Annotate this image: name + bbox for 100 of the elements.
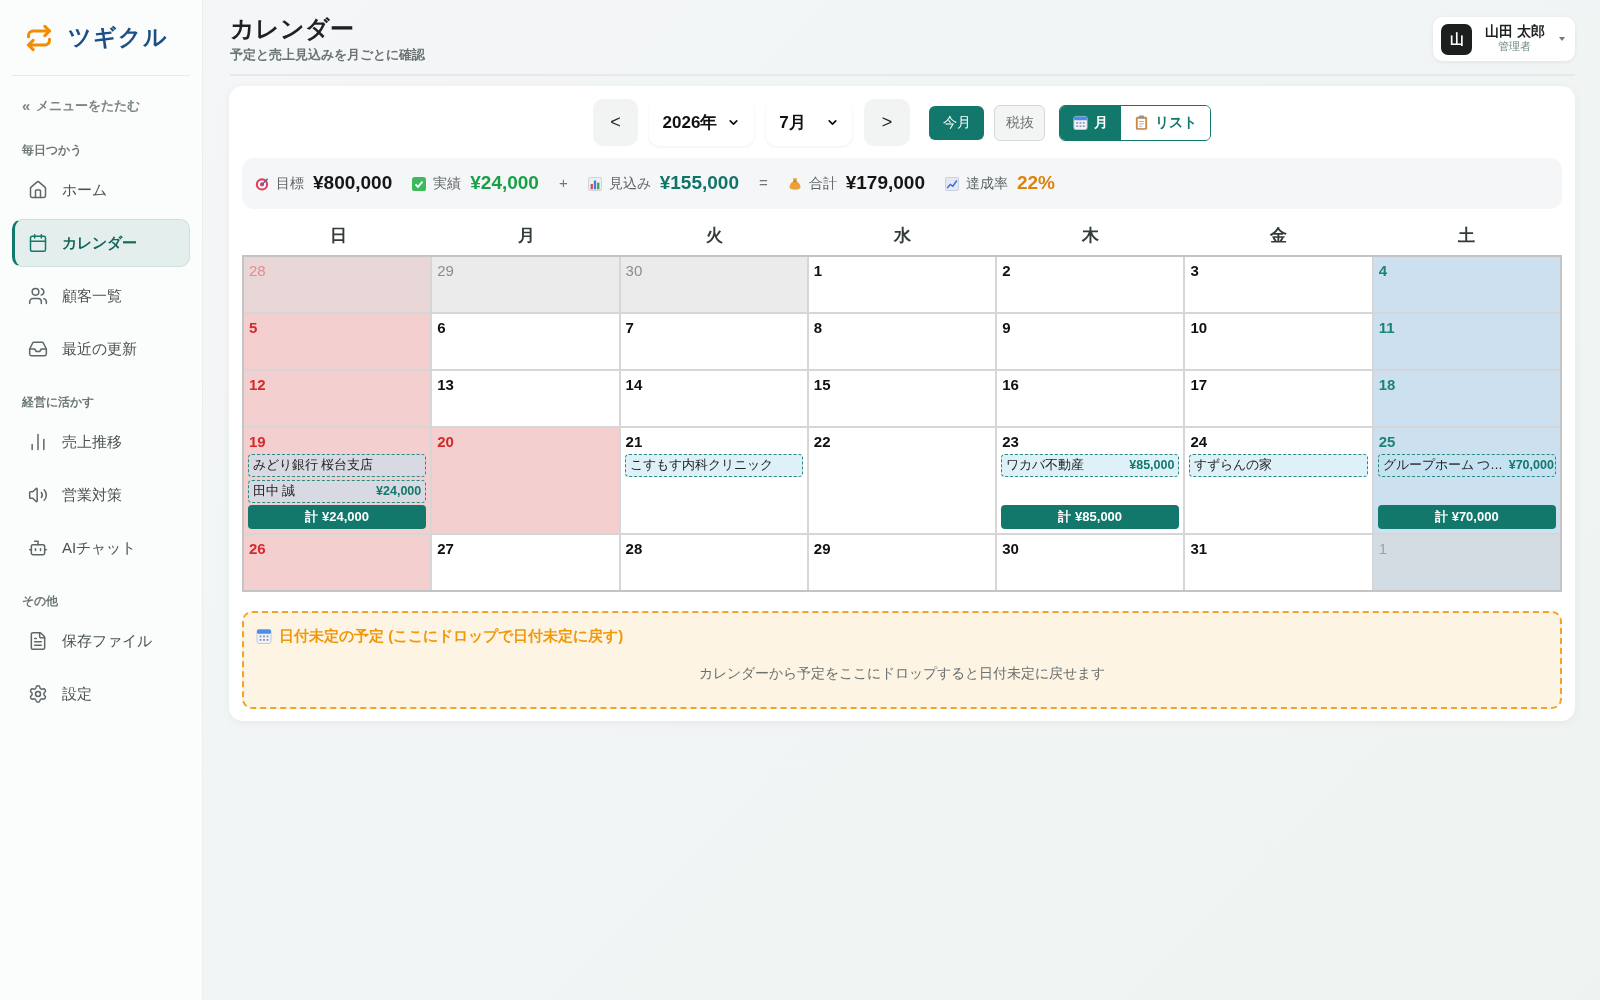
- nav-item[interactable]: 最近の更新: [12, 325, 190, 373]
- day-total: 計 ¥70,000: [1377, 505, 1556, 529]
- drop-zone-message: カレンダーから予定をここにドロップすると日付未定に戻せます: [698, 664, 1106, 683]
- metric-label: 達成率: [965, 174, 1008, 193]
- day-number: 30: [624, 261, 643, 281]
- calendar-day-cell[interactable]: 25 グループホーム つ… ¥70,000 計 ¥70,000: [1373, 428, 1560, 533]
- target-icon: [255, 176, 269, 191]
- calendar-day-cell[interactable]: 29: [808, 535, 996, 590]
- day-number: 25: [1377, 432, 1396, 452]
- metric-label: 見込み: [608, 174, 651, 193]
- day-number: 20: [436, 432, 454, 452]
- event-chip[interactable]: すずらんの家: [1189, 454, 1368, 477]
- calendar-day-cell[interactable]: 6: [432, 314, 619, 369]
- weekday-label: 土: [1456, 224, 1476, 247]
- day-number: 29: [436, 261, 454, 281]
- clipboard-icon: [1134, 115, 1149, 130]
- speaker-icon: [28, 485, 48, 505]
- day-number: 8: [812, 318, 823, 338]
- user-menu[interactable]: 山 山田 太郎 管理者: [1433, 17, 1575, 61]
- previous-month-button[interactable]: <: [593, 99, 638, 146]
- nav-item[interactable]: 売上推移: [12, 418, 190, 466]
- line-chart-icon: [944, 176, 959, 191]
- calendar-icon: [28, 233, 48, 253]
- calendar-day-cell[interactable]: 16: [997, 371, 1184, 426]
- tax-toggle-button[interactable]: 税抜: [994, 104, 1045, 141]
- day-number: 15: [812, 375, 831, 395]
- day-total: 計 ¥24,000: [248, 505, 427, 529]
- this-month-button[interactable]: 今月: [929, 105, 984, 140]
- day-number: 4: [1377, 261, 1388, 281]
- day-number: 18: [1377, 375, 1396, 395]
- day-number: 21: [624, 432, 643, 452]
- calendar-day-cell[interactable]: 21 こすもす内科クリニック: [620, 428, 807, 533]
- calendar-day-cell[interactable]: 22: [808, 428, 996, 533]
- event-chip[interactable]: こすもす内科クリニック: [624, 454, 803, 477]
- calendar-day-cell[interactable]: 20: [432, 428, 619, 533]
- logo-text[interactable]: ツギクル: [68, 20, 168, 55]
- event-chip[interactable]: グループホーム つ… ¥70,000: [1377, 454, 1556, 477]
- calendar-day-cell[interactable]: 5: [244, 314, 431, 369]
- calendar-day-cell[interactable]: 23 ワカバ不動産 ¥85,000 計 ¥85,000: [997, 428, 1184, 533]
- day-number: 14: [624, 375, 643, 395]
- calendar-day-cell[interactable]: 28: [620, 535, 807, 590]
- day-number: 1: [812, 261, 823, 281]
- nav-item[interactable]: 設定: [12, 670, 190, 718]
- day-number: 22: [812, 432, 831, 452]
- weekday-label: 月: [516, 224, 536, 247]
- nav-section-title: 経営に活かす: [21, 395, 95, 410]
- calendar-day-cell[interactable]: 31: [1185, 535, 1372, 590]
- day-number: 23: [1001, 432, 1019, 452]
- day-number: 7: [624, 318, 634, 338]
- calendar-day-cell[interactable]: 27: [432, 535, 619, 590]
- weekday-label: 木: [1080, 224, 1100, 247]
- day-number: 24: [1189, 432, 1208, 452]
- calendar-day-cell[interactable]: 10: [1185, 314, 1372, 369]
- day-number: 12: [248, 375, 266, 395]
- nav-item[interactable]: カレンダー: [12, 219, 190, 267]
- calendar-day-cell[interactable]: 9: [997, 314, 1184, 369]
- collapse-menu-button[interactable]: « メニューをたたむ: [12, 97, 190, 115]
- calendar-day-cell[interactable]: 14: [620, 371, 807, 426]
- calendar-day-cell[interactable]: 19 みどり銀行 桜台支店 田中 誠 ¥24,000 計 ¥24,000: [244, 428, 431, 533]
- nav-item[interactable]: 営業対策: [12, 471, 190, 519]
- year-select[interactable]: 2026年: [649, 99, 754, 146]
- page-title: カレンダー: [230, 14, 355, 44]
- day-number: 9: [1001, 318, 1011, 338]
- nav-item[interactable]: 顧客一覧: [12, 272, 190, 320]
- calendar-day-cell[interactable]: 17: [1185, 371, 1372, 426]
- event-chip[interactable]: 田中 誠 ¥24,000: [248, 480, 427, 503]
- nav-item[interactable]: ホーム: [12, 166, 190, 214]
- operator-sign: +: [558, 173, 568, 194]
- check-icon: [412, 176, 427, 191]
- day-number: 26: [248, 539, 266, 559]
- calendar-day-cell[interactable]: 30: [997, 535, 1184, 590]
- nav-item[interactable]: AIチャット: [12, 524, 190, 572]
- calendar-day-cell[interactable]: 7: [620, 314, 807, 369]
- page-subtitle: 予定と売上見込みを月ごとに確認: [230, 46, 425, 64]
- calendar-day-cell[interactable]: 3: [1185, 257, 1372, 312]
- metric-value: ¥800,000: [313, 171, 393, 196]
- day-total: 計 ¥85,000: [1001, 505, 1180, 529]
- metric-label: 合計: [808, 174, 837, 193]
- calendar-day-cell[interactable]: 13: [432, 371, 619, 426]
- nav-item[interactable]: 保存ファイル: [12, 617, 190, 665]
- calendar-day-cell[interactable]: 12: [244, 371, 431, 426]
- calendar-day-cell[interactable]: 24 すずらんの家: [1185, 428, 1372, 533]
- view-tab[interactable]: 月: [1060, 105, 1121, 140]
- weekday-label: 火: [704, 224, 724, 247]
- document-icon: [28, 631, 48, 651]
- calendar-day-cell[interactable]: 2: [997, 257, 1184, 312]
- day-number: 29: [812, 539, 831, 559]
- event-chip[interactable]: みどり銀行 桜台支店: [248, 454, 427, 477]
- next-month-button[interactable]: >: [864, 99, 910, 146]
- calendar-day-cell[interactable]: 26: [244, 535, 431, 590]
- event-chip[interactable]: ワカバ不動産 ¥85,000: [1001, 454, 1180, 477]
- calendar-day-cell[interactable]: 8: [808, 314, 996, 369]
- calendar-day-cell[interactable]: 15: [808, 371, 996, 426]
- unscheduled-drop-zone[interactable]: 日付未定の予定 (ここにドロップで日付未定に戻す) カレンダーから予定をここにドロップすると日付未定に戻せます: [242, 611, 1562, 709]
- month-select[interactable]: 7月: [766, 99, 852, 146]
- calendar-day-cell[interactable]: 1: [808, 257, 996, 312]
- metric-value: ¥24,000: [470, 171, 539, 196]
- bar-chart-icon: [28, 432, 48, 452]
- nav-section-title: 毎日つかう: [21, 143, 83, 158]
- day-number: 11: [1377, 318, 1395, 338]
